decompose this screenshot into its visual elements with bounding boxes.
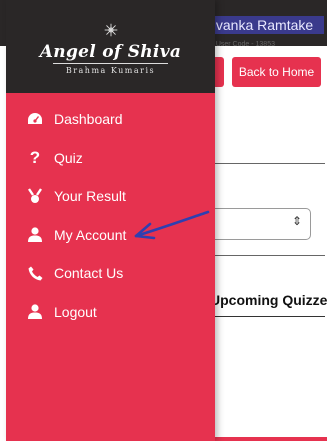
menu-label-my-account: My Account [54, 226, 127, 243]
brand-subtitle: Brahma Kumaris [65, 66, 156, 75]
question-icon: ? [29, 147, 41, 167]
menu-label-dashboard: Dashboard [54, 111, 123, 128]
upcoming-quizzes-heading: Upcoming Quizzes [210, 292, 327, 308]
menu-item-contact-us[interactable]: Contact Us [6, 254, 215, 293]
medal-icon [27, 188, 43, 204]
menu-label-logout: Logout [54, 303, 97, 320]
footer-strip [210, 437, 327, 441]
menu-item-dashboard[interactable]: Dashboard [6, 100, 215, 139]
select-chevron-icon: ⇕ [291, 214, 302, 228]
user-icon [27, 304, 43, 320]
brand-divider [53, 63, 168, 64]
dashboard-icon [27, 111, 43, 127]
brand-title: Angel of Shiva [39, 42, 182, 62]
divider [210, 316, 325, 317]
user-icon [27, 227, 43, 243]
drawer-header: Angel of Shiva Brahma Kumaris [6, 0, 215, 93]
menu-item-quiz[interactable]: ? Quiz [6, 139, 215, 178]
menu-label-quiz: Quiz [54, 149, 83, 166]
annotation-arrow-icon [134, 210, 210, 240]
back-to-home-button[interactable]: Back to Home [232, 57, 321, 87]
user-name: Ivanka Ramtake [210, 16, 324, 34]
divider [210, 255, 325, 256]
menu-label-your-result: Your Result [54, 188, 126, 205]
menu-label-contact-us: Contact Us [54, 265, 124, 282]
menu-item-logout[interactable]: Logout [6, 293, 215, 332]
lotus-logo-icon [104, 23, 118, 37]
phone-icon [27, 265, 43, 281]
user-code: ...User Code - 13853 [210, 41, 275, 48]
divider [210, 163, 325, 164]
quiz-select[interactable]: ⇕ [205, 208, 311, 240]
